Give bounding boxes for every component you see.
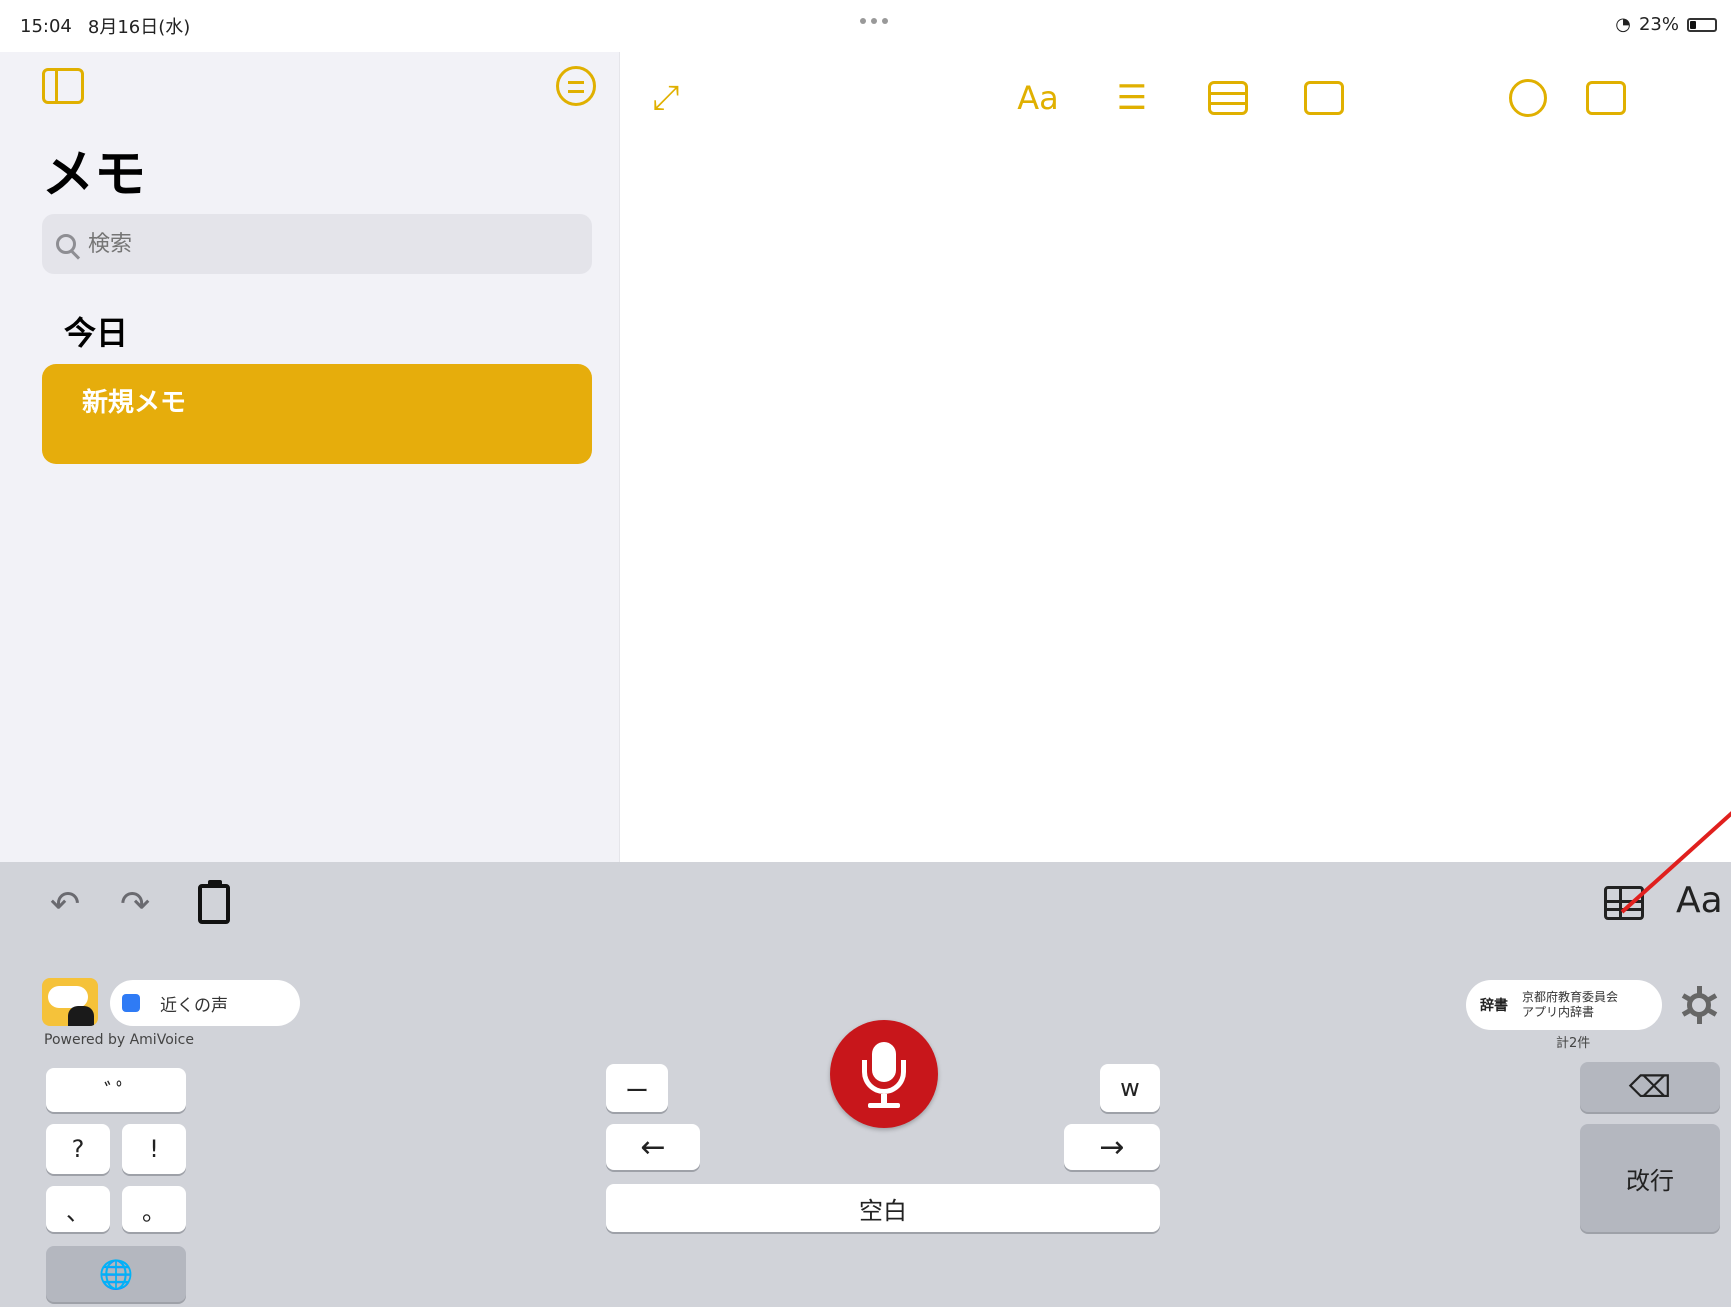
markup-icon[interactable] — [1504, 76, 1552, 120]
table-icon[interactable] — [1604, 886, 1644, 920]
key-delete[interactable]: ⌫ — [1580, 1062, 1720, 1112]
voice-avatar-icon[interactable] — [42, 978, 98, 1026]
dictionary-button[interactable]: 辞書 京都府教育委員会 アプリ内辞書 — [1466, 980, 1662, 1030]
status-bar: 15:04 8月16日(水) ◔ 23% — [0, 0, 1731, 52]
battery-icon — [1687, 17, 1717, 32]
status-date: 8月16日(水) — [87, 17, 191, 38]
sort-options-icon[interactable] — [556, 66, 596, 106]
compose-icon[interactable] — [1582, 76, 1630, 120]
camera-icon[interactable] — [1300, 76, 1348, 120]
multitasking-dots-icon[interactable] — [860, 18, 888, 24]
format-button[interactable]: Aa — [1014, 76, 1062, 120]
keyboard-format-button[interactable]: Aa — [1676, 880, 1723, 921]
wifi-icon: ◔ — [1615, 14, 1631, 35]
keyboard-panel: ↶ ↷ Aa 近くの声 Powered by AmiVoice ﾞﾟ ? ! 、… — [0, 810, 1731, 1307]
note-title: 新規メモ — [82, 388, 187, 418]
globe-icon[interactable]: 🌐 — [46, 1246, 186, 1302]
undo-icon[interactable]: ↶ — [50, 884, 80, 925]
checklist-icon[interactable]: ☰ — [1108, 76, 1156, 120]
powered-by-label: Powered by AmiVoice — [44, 1032, 194, 1048]
dictionary-count: 計2件 — [1556, 1036, 1591, 1051]
status-right: ◔ 23% — [1615, 14, 1717, 35]
page-title: メモ — [42, 145, 147, 205]
section-header-today: 今日 — [64, 314, 129, 352]
key-dakuten[interactable]: ﾞﾟ — [46, 1068, 186, 1112]
key-cursor-right[interactable]: → — [1064, 1124, 1160, 1170]
redo-icon[interactable]: ↷ — [120, 884, 150, 925]
dictionary-line-2: アプリ内辞書 — [1522, 1005, 1595, 1019]
key-question[interactable]: ? — [46, 1124, 110, 1174]
microphone-button[interactable] — [830, 1020, 938, 1128]
key-space[interactable]: 空白 — [606, 1184, 1160, 1232]
search-icon — [56, 234, 76, 254]
battery-fill — [1690, 20, 1696, 29]
dictionary-line-1: 京都府教育委員会 — [1522, 990, 1619, 1004]
voice-label: 近くの声 — [160, 995, 228, 1016]
voice-select-button[interactable]: 近くの声 — [110, 980, 300, 1026]
sidebar-toggle-icon[interactable] — [42, 68, 84, 104]
battery-percent: 23% — [1638, 14, 1679, 35]
voice-indicator-icon — [122, 994, 140, 1012]
dictionary-tag: 辞書 — [1480, 998, 1508, 1014]
expand-icon[interactable]: ⤢ — [642, 76, 690, 120]
note-list-item[interactable]: 新規メモ — [42, 364, 592, 464]
key-exclaim[interactable]: ! — [122, 1124, 186, 1174]
key-w[interactable]: w — [1100, 1064, 1160, 1112]
dictionary-lines: 京都府教育委員会 アプリ内辞書 — [1522, 990, 1618, 1020]
table-icon[interactable] — [1204, 76, 1252, 120]
note-editor[interactable]: ⤢ Aa ☰ — [620, 52, 1731, 862]
gear-icon[interactable] — [1680, 986, 1718, 1024]
search-bar[interactable] — [42, 214, 592, 274]
search-input[interactable] — [88, 231, 568, 257]
key-cursor-left[interactable]: ← — [606, 1124, 700, 1170]
key-comma[interactable]: 、 — [46, 1186, 110, 1232]
key-long-dash[interactable]: ー — [606, 1064, 668, 1112]
notes-sidebar: メモ 今日 新規メモ — [0, 52, 620, 862]
status-time: 15:04 — [20, 15, 72, 37]
key-return[interactable]: 改行 — [1580, 1124, 1720, 1232]
key-period[interactable]: 。 — [122, 1186, 186, 1232]
clipboard-icon[interactable] — [198, 880, 230, 924]
